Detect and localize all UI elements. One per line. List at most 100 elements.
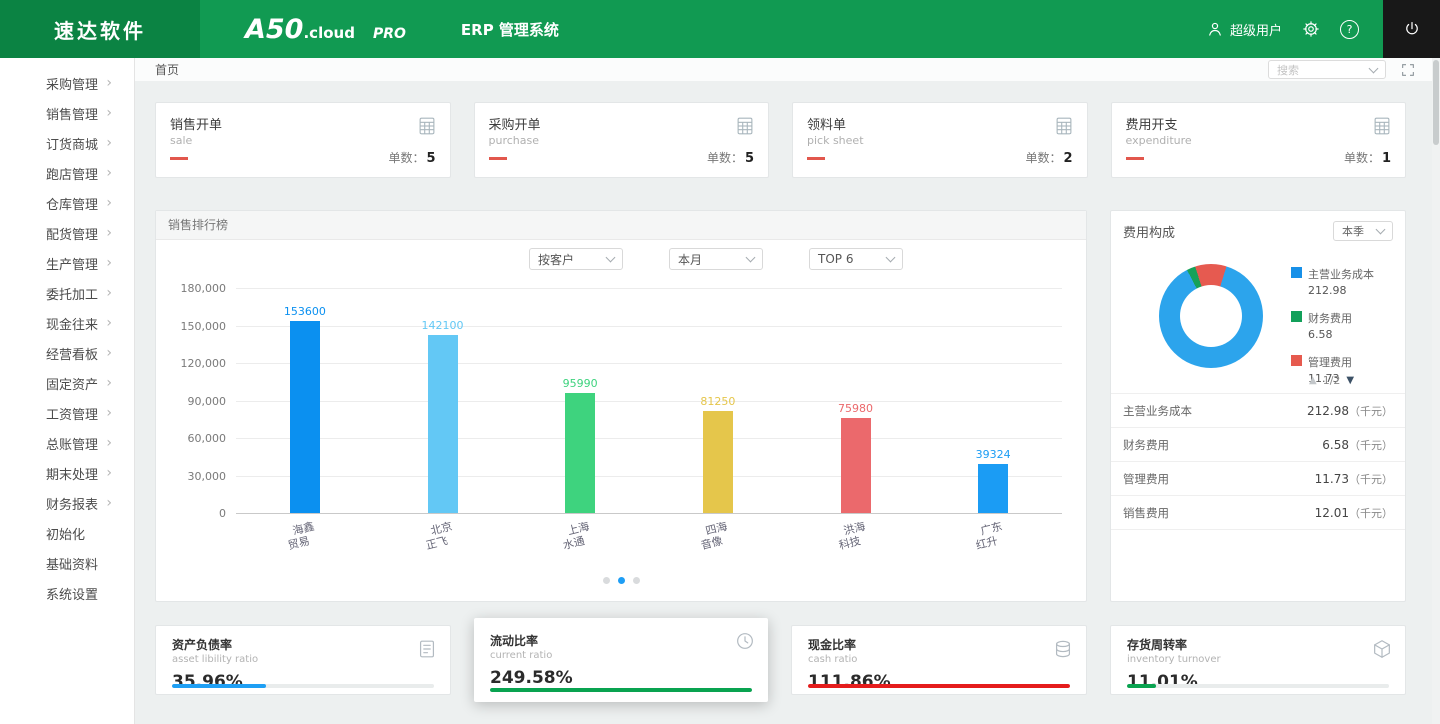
sidebar-item[interactable]: 工资管理› bbox=[0, 398, 134, 428]
carousel-dot[interactable] bbox=[618, 577, 625, 584]
kpi-value: 249.58% bbox=[490, 668, 752, 688]
product-brand: A50 .cloud PRO bbox=[245, 14, 406, 45]
sidebar-item[interactable]: 跑店管理› bbox=[0, 158, 134, 188]
bar bbox=[428, 335, 458, 513]
stat-subtitle: purchase bbox=[489, 134, 755, 147]
stat-count: 单数：5 bbox=[707, 149, 754, 166]
stat-accent bbox=[170, 157, 188, 160]
stat-subtitle: pick sheet bbox=[807, 134, 1073, 147]
sidebar-item[interactable]: 订货商城 › bbox=[0, 128, 134, 158]
report-icon bbox=[416, 638, 438, 660]
chevron-down-icon bbox=[1369, 63, 1379, 73]
stat-card-purchase: 采购开单 purchase 单数：5 bbox=[474, 102, 770, 178]
main-content: 销售开单 sale 单数：5 采购开单 purchase 单数：5 bbox=[135, 81, 1432, 724]
sidebar-item[interactable]: 现金往来 › bbox=[0, 308, 134, 338]
sidebar-item-label: 固定资产 bbox=[46, 374, 98, 393]
gridline bbox=[236, 513, 1062, 514]
sidebar-item[interactable]: 生产管理› bbox=[0, 248, 134, 278]
expense-row: 主营业务成本212.98（千元） bbox=[1111, 394, 1405, 428]
expense-row-label: 销售费用 bbox=[1123, 505, 1169, 521]
x-axis-label: 广东红升 bbox=[956, 514, 1030, 556]
breadcrumb-bar: 首页 搜索 bbox=[135, 58, 1432, 81]
user-menu[interactable]: 超级用户 bbox=[1206, 20, 1282, 39]
carousel-dot[interactable] bbox=[633, 577, 640, 584]
y-axis-label: 30,000 bbox=[156, 470, 226, 483]
legend-item[interactable]: 主营业务成本212.98 bbox=[1291, 266, 1374, 297]
kpi-progress-track bbox=[1127, 684, 1389, 688]
sidebar-item[interactable]: 系统设置 bbox=[0, 578, 134, 608]
sidebar-item-label: 基础资料 bbox=[46, 554, 98, 573]
sidebar-item[interactable]: 基础资料 bbox=[0, 548, 134, 578]
expense-panel: 费用构成 本季 主营业务成本212.98财务费用6.58管理费用11.73 ▲ … bbox=[1110, 210, 1406, 602]
stat-title: 销售开单 bbox=[170, 114, 436, 133]
product-domain: .cloud bbox=[303, 24, 354, 42]
sidebar-item[interactable]: 总账管理› bbox=[0, 428, 134, 458]
expense-row: 财务费用6.58（千元） bbox=[1111, 428, 1405, 462]
sidebar-item[interactable]: 采购管理› bbox=[0, 68, 134, 98]
chevron-down-icon bbox=[746, 253, 756, 263]
legend-value: 6.58 bbox=[1308, 328, 1352, 341]
stat-accent bbox=[489, 157, 507, 160]
kpi-subtitle: cash ratio bbox=[808, 654, 1070, 665]
fullscreen-icon[interactable] bbox=[1400, 62, 1416, 78]
sidebar-item-label: 财务报表 bbox=[46, 494, 98, 513]
search-placeholder: 搜索 bbox=[1277, 62, 1299, 78]
sidebar-item[interactable]: 委托加工› bbox=[0, 278, 134, 308]
sidebar-item-label: 订货商城 bbox=[46, 134, 98, 153]
clock-icon bbox=[734, 630, 756, 652]
search-select[interactable]: 搜索 bbox=[1268, 60, 1386, 79]
expense-row-unit: （千元） bbox=[1349, 437, 1393, 453]
sidebar-item-label: 现金往来 bbox=[46, 314, 98, 333]
bar-value-label: 81250 bbox=[673, 395, 763, 408]
chevron-right-icon: › bbox=[106, 136, 112, 150]
sidebar-item[interactable]: 销售管理› bbox=[0, 98, 134, 128]
donut-hole bbox=[1180, 285, 1242, 347]
kpi-title: 资产负债率 bbox=[172, 636, 434, 653]
sidebar-item[interactable]: 经营看板› bbox=[0, 338, 134, 368]
kpi-card-asset-liability: 资产负债率 asset libility ratio 35.96% bbox=[155, 625, 451, 695]
expense-row: 销售费用12.01（千元） bbox=[1111, 496, 1405, 530]
page-down-icon[interactable]: ▼ bbox=[1346, 375, 1354, 386]
legend-text: 财务费用6.58 bbox=[1308, 310, 1352, 341]
bar-value-label: 75980 bbox=[811, 402, 901, 415]
legend-swatch bbox=[1291, 311, 1302, 322]
expense-row-value: 11.73 bbox=[1315, 472, 1349, 486]
sidebar-item[interactable]: 财务报表 › bbox=[0, 488, 134, 518]
dimension-filter-select[interactable]: 按客户 bbox=[529, 248, 623, 270]
donut-chart bbox=[1159, 264, 1263, 368]
page-up-icon[interactable]: ▲ bbox=[1309, 375, 1317, 386]
period-value: 本季 bbox=[1342, 223, 1364, 239]
logout-button[interactable] bbox=[1383, 0, 1440, 58]
breadcrumb-home[interactable]: 首页 bbox=[155, 61, 179, 78]
sidebar-item-label: 系统设置 bbox=[46, 584, 98, 603]
period-filter-select[interactable]: 本月 bbox=[669, 248, 763, 270]
chevron-right-icon: › bbox=[106, 496, 112, 510]
kpi-progress-fill bbox=[172, 684, 266, 688]
sidebar-item[interactable]: 仓库管理› bbox=[0, 188, 134, 218]
help-icon[interactable]: ? bbox=[1340, 20, 1359, 39]
stat-card-sale: 销售开单 sale 单数：5 bbox=[155, 102, 451, 178]
chevron-down-icon bbox=[606, 253, 616, 263]
sidebar-item[interactable]: 期末处理› bbox=[0, 458, 134, 488]
kpi-title: 现金比率 bbox=[808, 636, 1070, 653]
x-axis-label: 北京正飞 bbox=[405, 514, 479, 556]
carousel-dot[interactable] bbox=[603, 577, 610, 584]
gear-icon[interactable] bbox=[1302, 20, 1320, 38]
legend-item[interactable]: 财务费用6.58 bbox=[1291, 310, 1374, 341]
app-root: 速达软件 A50 .cloud PRO ERP 管理系统 超级用户 ? bbox=[0, 0, 1440, 724]
expense-period-select[interactable]: 本季 bbox=[1333, 221, 1393, 241]
product-name: A50 bbox=[245, 14, 303, 45]
expense-row-value: 6.58 bbox=[1322, 438, 1349, 452]
scrollbar[interactable] bbox=[1432, 58, 1440, 724]
sidebar-item[interactable]: 配货管理› bbox=[0, 218, 134, 248]
sidebar-item[interactable]: 固定资产› bbox=[0, 368, 134, 398]
expense-row: 管理费用11.73（千元） bbox=[1111, 462, 1405, 496]
stat-title: 采购开单 bbox=[489, 114, 755, 133]
chevron-right-icon: › bbox=[106, 76, 112, 90]
sidebar-item[interactable]: 初始化 bbox=[0, 518, 134, 548]
chevron-right-icon: › bbox=[106, 316, 112, 330]
scrollbar-thumb[interactable] bbox=[1433, 60, 1439, 145]
expense-row-unit: （千元） bbox=[1349, 505, 1393, 521]
top-n-filter-select[interactable]: TOP 6 bbox=[809, 248, 903, 270]
stat-card-pick-sheet: 领料单 pick sheet 单数：2 bbox=[792, 102, 1088, 178]
